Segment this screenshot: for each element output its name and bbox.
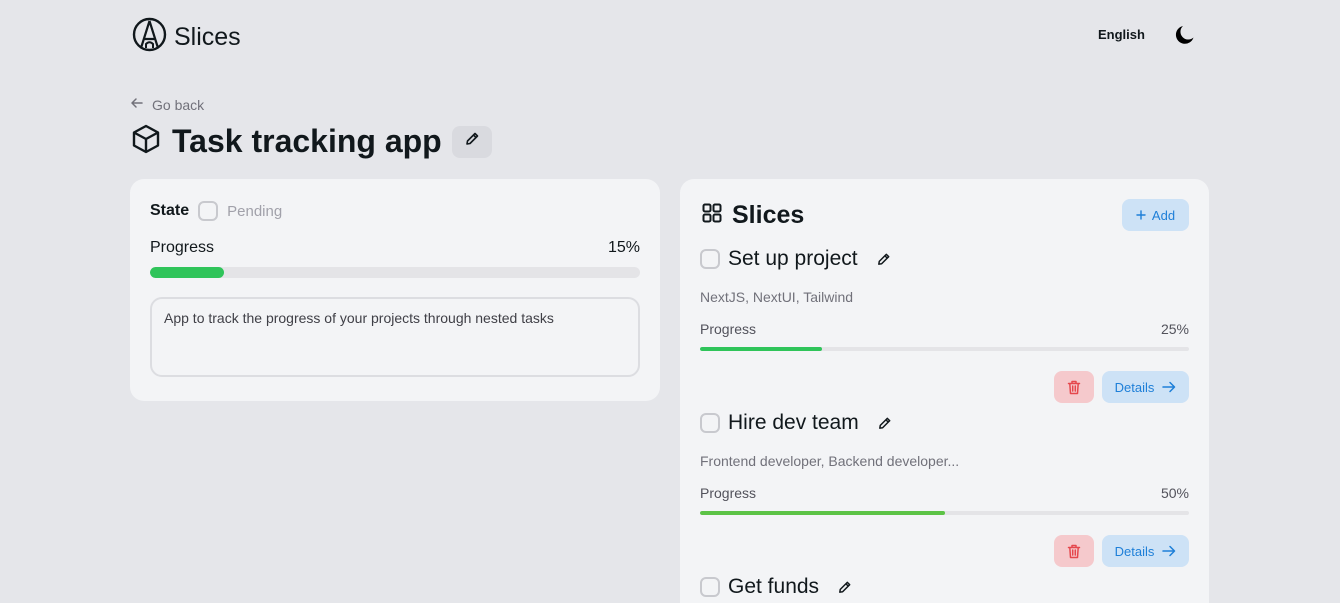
- slice-progress-header: Progress 25%: [700, 321, 1189, 337]
- progress-percent: 15%: [607, 239, 640, 256]
- plus-icon: [1136, 208, 1146, 223]
- slice-progress-fill: [700, 347, 823, 351]
- state-value: Pending: [227, 202, 283, 220]
- trash-icon: [1067, 380, 1081, 394]
- slice-name: Hire dev team: [728, 411, 859, 434]
- trash-icon: [1067, 544, 1081, 558]
- delete-slice-button[interactable]: [1054, 371, 1094, 403]
- project-description-field[interactable]: App to track the progress of your projec…: [150, 297, 640, 377]
- details-label: Details: [1114, 379, 1155, 395]
- slice-tags: NextJS, NextUI, Tailwind: [700, 289, 854, 305]
- go-back-link[interactable]: Go back: [130, 96, 204, 113]
- arrow-right-icon: [1162, 381, 1176, 393]
- theme-toggle-button[interactable]: [1173, 23, 1197, 47]
- project-progress-header: Progress 15%: [150, 239, 640, 257]
- slice-progress-header: Progress 50%: [700, 485, 1189, 501]
- add-slice-button[interactable]: Add: [1122, 199, 1189, 231]
- edit-slice-button[interactable]: [837, 580, 852, 595]
- progress-label: Progress: [150, 239, 215, 256]
- edit-slice-button[interactable]: [876, 252, 891, 267]
- delete-slice-button[interactable]: [1054, 535, 1094, 567]
- pencil-icon: [839, 581, 851, 593]
- state-label: State: [150, 202, 190, 219]
- brand-name: Slices: [174, 22, 241, 51]
- moon-icon: [1173, 26, 1197, 51]
- go-back-label: Go back: [152, 96, 205, 113]
- slice-checkbox[interactable]: [700, 249, 720, 269]
- slice-checkbox[interactable]: [700, 577, 720, 597]
- brand[interactable]: Slices: [132, 17, 241, 57]
- slice-item: Hire dev team Frontend developer, Backen…: [700, 411, 1189, 567]
- slice-checkbox[interactable]: [700, 413, 720, 433]
- pencil-circle-logo-icon: [132, 17, 167, 57]
- slice-progress-bar: [700, 511, 1189, 515]
- pencil-icon: [464, 131, 480, 152]
- slice-tags: Frontend developer, Backend developer...: [700, 453, 960, 469]
- slice-name: Get funds: [728, 575, 820, 598]
- grid-icon: [702, 203, 722, 228]
- slice-progress-bar: [700, 347, 1189, 351]
- pencil-icon: [877, 253, 889, 265]
- slice-details-button[interactable]: Details: [1102, 535, 1189, 567]
- state-checkbox[interactable]: [198, 201, 219, 221]
- edit-title-button[interactable]: [451, 125, 492, 158]
- slice-item: Set up project NextJS, NextUI, Tailwind …: [700, 247, 1189, 403]
- edit-slice-button[interactable]: [877, 416, 892, 431]
- cube-icon: [130, 123, 162, 160]
- top-header: Slices English: [0, 0, 1340, 70]
- language-selector[interactable]: English: [1098, 27, 1145, 42]
- slice-progress-fill: [700, 511, 945, 515]
- project-progress-bar: [150, 267, 640, 278]
- project-overview-card: State Pending Progress 15% App to track …: [130, 179, 660, 401]
- slice-name: Set up project: [728, 247, 858, 270]
- state-row: State Pending: [150, 201, 282, 221]
- page-title: Task tracking app: [172, 123, 442, 159]
- pencil-icon: [878, 417, 891, 429]
- slices-card: Slices Add Set up project NextJS, NextUI…: [680, 179, 1209, 603]
- slices-header: Slices: [702, 201, 804, 230]
- slice-item: Get funds: [700, 575, 1189, 599]
- add-label: Add: [1151, 207, 1176, 223]
- slice-progress-label: Progress: [700, 321, 757, 337]
- arrow-left-icon: [130, 96, 144, 113]
- arrow-right-icon: [1162, 545, 1176, 557]
- slice-progress-percent: 50%: [1160, 485, 1189, 501]
- slice-details-button[interactable]: Details: [1102, 371, 1189, 403]
- page-header: Task tracking app: [130, 123, 492, 160]
- details-label: Details: [1114, 543, 1155, 559]
- slice-progress-percent: 25%: [1160, 321, 1189, 337]
- slices-title: Slices: [732, 201, 805, 229]
- slice-progress-label: Progress: [700, 485, 757, 501]
- project-progress-fill: [150, 267, 224, 278]
